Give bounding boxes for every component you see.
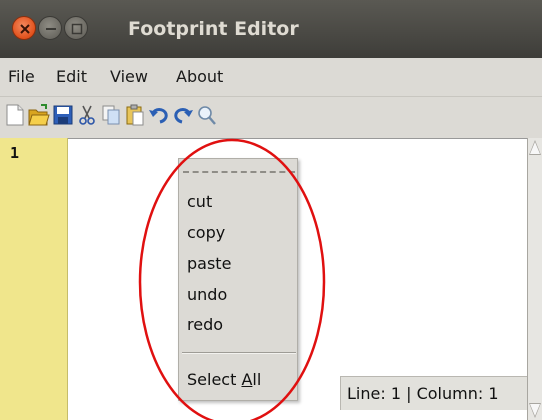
menu-edit[interactable]: Edit — [56, 58, 87, 96]
minimize-icon — [46, 28, 56, 30]
close-icon — [20, 24, 30, 34]
context-menu-redo[interactable]: redo — [187, 311, 223, 339]
menu-file[interactable]: File — [8, 58, 35, 96]
context-menu-cut[interactable]: cut — [187, 188, 212, 216]
maximize-icon — [71, 23, 83, 35]
cut-icon[interactable] — [76, 103, 98, 127]
context-menu: cut copy paste undo redo Select All — [178, 158, 298, 401]
context-menu-undo[interactable]: undo — [187, 281, 227, 309]
paste-icon[interactable] — [124, 103, 146, 127]
toolbar — [0, 96, 542, 138]
scroll-down-icon[interactable] — [530, 404, 540, 416]
status-bar: Line: 1 | Column: 1 — [340, 376, 527, 410]
context-menu-select-all[interactable]: Select All — [187, 366, 261, 394]
window-title: Footprint Editor — [128, 18, 299, 40]
undo-icon[interactable] — [148, 103, 170, 127]
minimize-window-button[interactable] — [38, 16, 62, 40]
menu-about[interactable]: About — [176, 58, 223, 96]
line-number-gutter: 1 — [0, 138, 68, 420]
close-window-button[interactable] — [12, 16, 36, 40]
select-all-accelerator: A — [241, 370, 253, 389]
search-icon[interactable] — [196, 103, 218, 127]
tearoff-line[interactable] — [183, 171, 295, 173]
title-bar[interactable]: Footprint Editor — [0, 0, 542, 58]
scroll-up-icon[interactable] — [530, 142, 540, 154]
context-menu-paste[interactable]: paste — [187, 250, 231, 278]
vertical-scrollbar[interactable] — [527, 138, 542, 420]
select-all-suffix: ll — [252, 370, 262, 389]
copy-icon[interactable] — [100, 103, 122, 127]
open-folder-icon[interactable] — [28, 103, 50, 127]
line-number: 1 — [10, 144, 20, 162]
app-window: Footprint Editor File Edit View About 1 … — [0, 0, 542, 420]
select-all-prefix: Select — [187, 370, 242, 389]
menu-bar: File Edit View About — [0, 58, 542, 96]
maximize-window-button[interactable] — [64, 16, 88, 40]
new-file-icon[interactable] — [4, 103, 26, 127]
save-icon[interactable] — [52, 103, 74, 127]
context-menu-copy[interactable]: copy — [187, 219, 225, 247]
redo-icon[interactable] — [172, 103, 194, 127]
context-menu-separator — [182, 352, 296, 354]
menu-view[interactable]: View — [110, 58, 148, 96]
